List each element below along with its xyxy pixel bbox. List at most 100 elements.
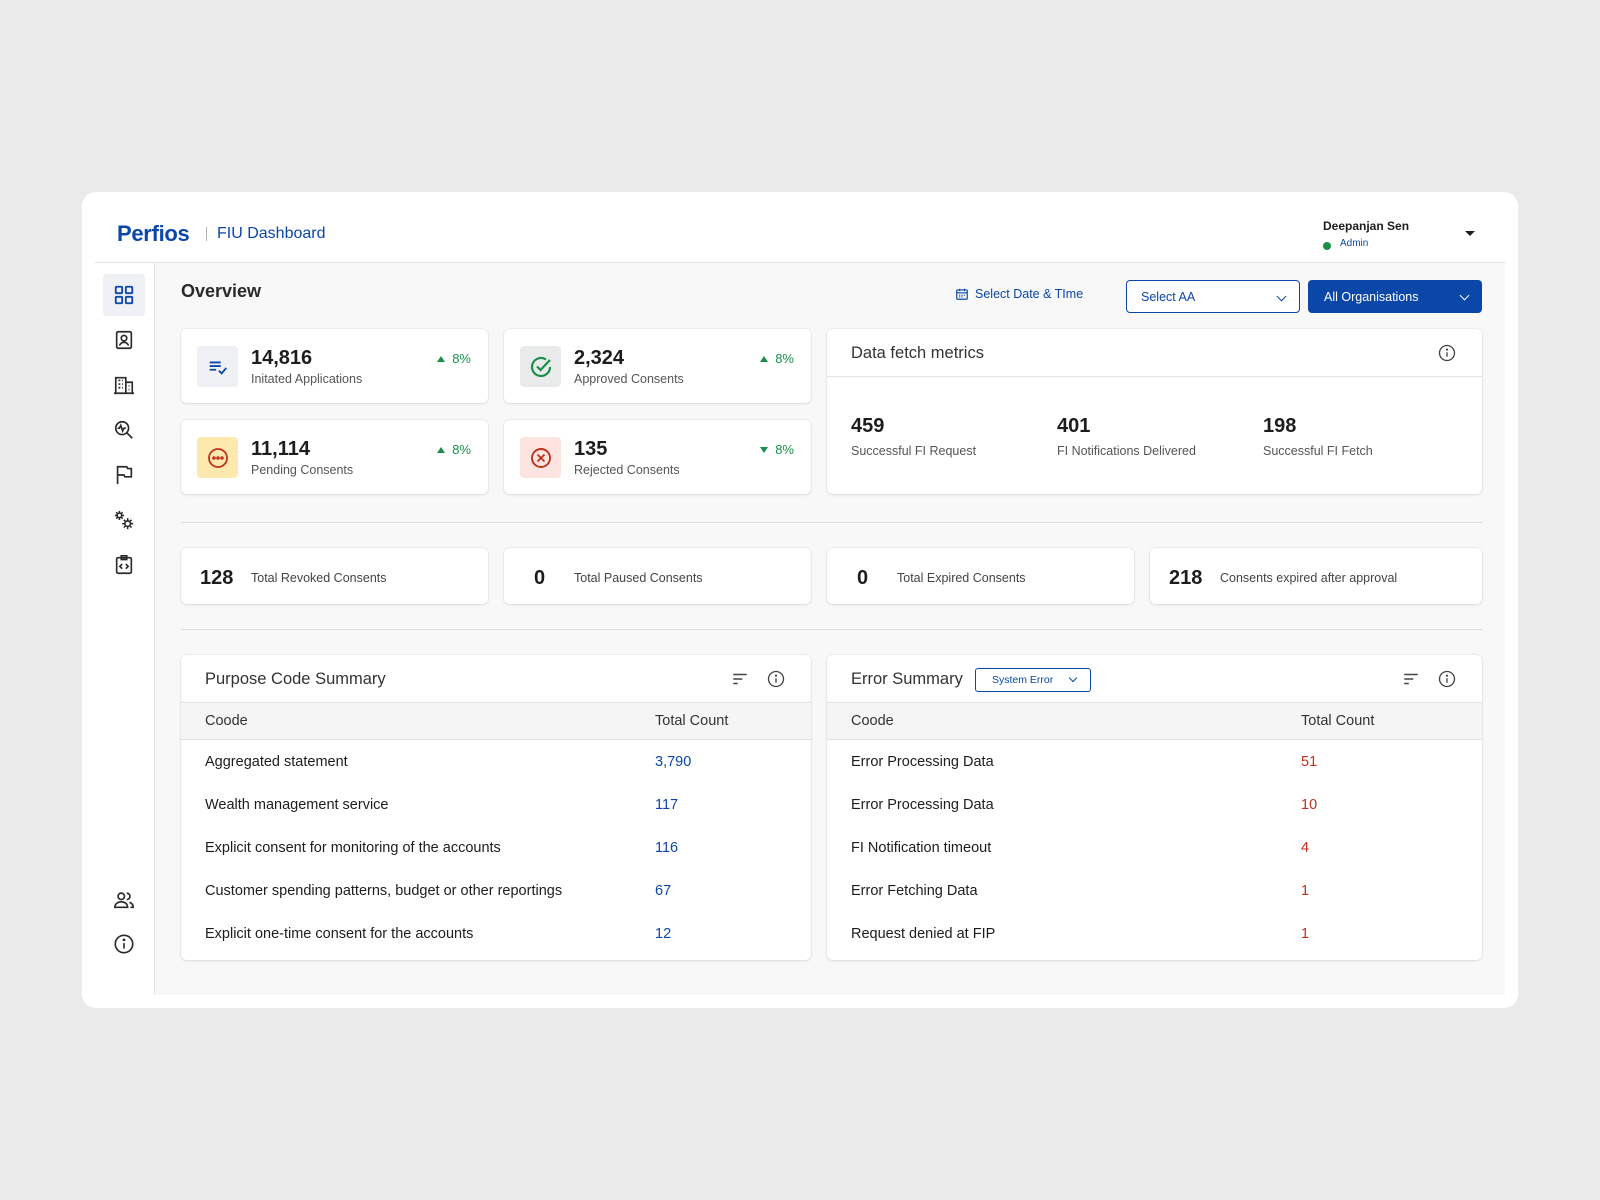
row-code: Aggregated statement (205, 754, 348, 770)
sidebar-item-analytics[interactable] (103, 409, 145, 451)
error-type-dropdown[interactable]: System Error (975, 668, 1091, 692)
table-row[interactable]: Request denied at FIP 1 (827, 914, 1482, 957)
metric-fi-notifications: 401 FI Notifications Delivered (1057, 415, 1196, 458)
table-header: Coode Total Count (181, 703, 811, 740)
metric-label: Successful FI Request (851, 444, 977, 458)
row-count: 116 (655, 840, 679, 856)
trend-up-icon (437, 355, 446, 362)
date-time-picker[interactable]: Select Date & TIme (955, 284, 1083, 304)
stat-trend: 8% (437, 442, 471, 457)
sidebar-item-settings[interactable] (103, 499, 145, 541)
sort-icon[interactable] (1402, 670, 1420, 688)
table-row[interactable]: Error Processing Data 51 (827, 742, 1482, 785)
table-row[interactable]: Aggregated statement 3,790 (181, 742, 811, 785)
row-code: Customer spending patterns, budget or ot… (205, 883, 563, 899)
metric-value: 401 (1057, 415, 1091, 437)
table-row[interactable]: FI Notification timeout 4 (827, 828, 1482, 871)
code-clipboard-icon (115, 555, 133, 575)
stat-value: 135 (574, 438, 608, 460)
stat-trend-value: 8% (452, 442, 471, 457)
perfios-logo[interactable]: Perfios (117, 221, 190, 247)
metric-label: FI Notifications Delivered (1057, 444, 1196, 458)
table-row[interactable]: Error Fetching Data 1 (827, 871, 1482, 914)
info-icon (114, 934, 134, 954)
stat-card-pending-consents[interactable]: 11,114 Pending Consents 8% (181, 420, 488, 494)
stat-value: 14,816 (251, 347, 313, 369)
sidebar-item-profile[interactable] (103, 319, 145, 361)
sidebar-item-developer[interactable] (103, 544, 145, 586)
pending-dots-icon (207, 447, 228, 468)
error-summary-card: Error Summary System Error Coode Total C… (827, 655, 1482, 960)
total-paused-card: 0 Total Paused Consents (504, 548, 811, 604)
stat-value: 11,114 (251, 438, 310, 460)
sidebar-item-info[interactable] (103, 923, 145, 965)
table-row[interactable]: Explicit one-time consent for the accoun… (181, 914, 811, 957)
row-code: Wealth management service (205, 797, 389, 813)
trend-down-icon (760, 446, 769, 453)
table-row[interactable]: Wealth management service 117 (181, 785, 811, 828)
card-title: Data fetch metrics (851, 344, 984, 362)
sort-icon[interactable] (731, 670, 749, 688)
sidebar-item-dashboard[interactable] (103, 274, 145, 316)
row-count: 12 (655, 926, 672, 942)
user-role: Admin (1323, 238, 1453, 250)
sidebar-item-flags[interactable] (103, 454, 145, 496)
x-circle-icon (530, 447, 551, 468)
select-aa-label: Select AA (1141, 290, 1196, 304)
sidebar-item-users[interactable] (103, 879, 145, 921)
trend-up-icon (760, 355, 769, 362)
row-code: Error Processing Data (851, 754, 994, 770)
column-header-code[interactable]: Coode (851, 713, 894, 729)
user-name: Deepanjan Sen (1323, 219, 1410, 233)
metric-value: 459 (851, 415, 885, 437)
row-count: 10 (1301, 797, 1318, 813)
stat-value: 2,324 (574, 347, 625, 369)
info-icon[interactable] (1438, 670, 1456, 688)
card-header: Error Summary System Error (827, 655, 1482, 703)
table-row[interactable]: Explicit consent for monitoring of the a… (181, 828, 811, 871)
select-aa-dropdown[interactable]: Select AA (1126, 280, 1300, 313)
sidebar-item-organisations[interactable] (103, 364, 145, 406)
total-value: 0 (534, 567, 546, 589)
flag-icon (116, 465, 133, 485)
metric-label: Successful FI Fetch (1263, 444, 1373, 458)
date-time-label: Select Date & TIme (975, 287, 1084, 301)
calendar-icon (956, 288, 968, 300)
stat-card-initiated-applications[interactable]: 14,816 Initated Applications 8% (181, 329, 488, 403)
stat-trend: 8% (437, 351, 471, 366)
stat-icon-box (197, 346, 238, 387)
chevron-down-icon (1068, 673, 1078, 683)
stat-trend-value: 8% (775, 351, 794, 366)
section-divider (181, 522, 1482, 523)
stat-trend-value: 8% (775, 442, 794, 457)
row-count: 1 (1301, 883, 1310, 899)
stat-icon-box (197, 437, 238, 478)
metric-value: 198 (1263, 415, 1297, 437)
stat-card-rejected-consents[interactable]: 135 Rejected Consents 8% (504, 420, 811, 494)
chevron-down-icon (1276, 291, 1287, 302)
column-header-code[interactable]: Coode (205, 713, 248, 729)
section-divider (181, 629, 1482, 630)
total-label: Total Expired Consents (897, 571, 1026, 585)
organisations-dropdown[interactable]: All Organisations (1308, 280, 1482, 313)
user-menu-caret-icon[interactable] (1465, 231, 1475, 236)
column-header-count[interactable]: Total Count (655, 713, 728, 729)
stat-trend: 8% (760, 351, 794, 366)
info-icon[interactable] (767, 670, 785, 688)
search-analytics-icon (114, 420, 133, 439)
stat-label: Initated Applications (251, 372, 363, 386)
settings-gears-icon (114, 510, 134, 530)
row-count: 67 (655, 883, 672, 899)
table-row[interactable]: Error Processing Data 10 (827, 785, 1482, 828)
info-icon[interactable] (1438, 344, 1456, 362)
stat-card-approved-consents[interactable]: 2,324 Approved Consents 8% (504, 329, 811, 403)
user-menu[interactable]: Deepanjan Sen Admin (1323, 219, 1453, 250)
row-code: Explicit one-time consent for the accoun… (205, 926, 474, 942)
expired-after-approval-card: 218 Consents expired after approval (1150, 548, 1482, 604)
users-icon (114, 892, 134, 909)
column-header-count[interactable]: Total Count (1301, 713, 1374, 729)
stat-trend: 8% (760, 442, 794, 457)
row-code: Error Processing Data (851, 797, 994, 813)
error-type-label: System Error (992, 674, 1054, 686)
table-row[interactable]: Customer spending patterns, budget or ot… (181, 871, 811, 914)
